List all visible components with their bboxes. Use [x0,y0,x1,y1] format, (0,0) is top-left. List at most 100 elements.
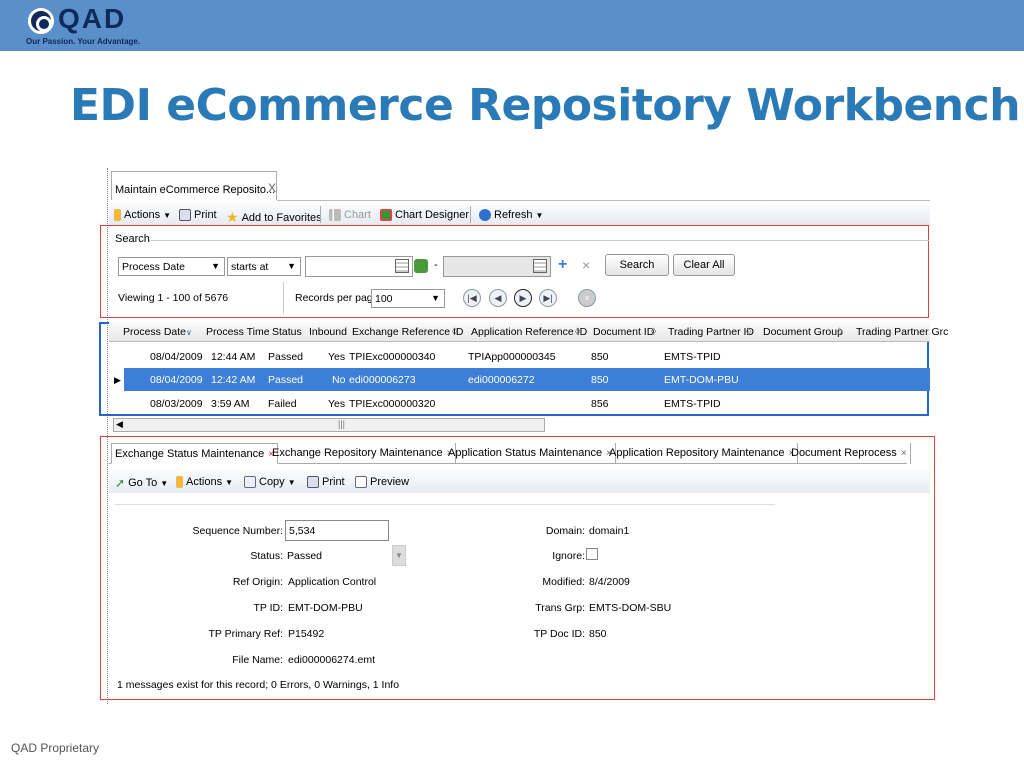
status-label: Status: [250,550,283,562]
actions-label: Actions [186,476,223,488]
sort-icon[interactable]: ◊ [651,326,656,338]
col-document-id[interactable]: Document ID [593,326,654,338]
cell-exchange-ref: TPIExc000000340 [349,351,436,363]
close-icon[interactable]: X [268,181,276,195]
sort-desc-icon[interactable]: ∨ [186,328,192,337]
detail-toolbar: ➚ Go To ▼ Actions ▼ Copy ▼ Print Preview [109,469,930,493]
copy-menu[interactable]: Copy ▼ [244,476,296,488]
chevron-down-icon: ▼ [431,293,440,303]
print-label: Print [322,476,345,488]
remove-criteria-icon[interactable]: × [582,257,590,273]
tab-document-reprocess[interactable]: Document Reprocess × [788,443,911,464]
refresh-label: Refresh [494,209,533,221]
cell-document-id: 850 [591,351,609,363]
domain-value: domain1 [589,525,630,537]
modified-value: 8/4/2009 [589,576,630,588]
tab-label: Maintain eCommerce Reposito... [115,184,276,196]
calendar-icon[interactable] [395,259,409,273]
next-page-icon[interactable]: ▶ [514,289,532,307]
tab-exchange-repository[interactable]: Exchange Repository Maintenance × [269,443,457,464]
table-row[interactable]: 08/03/2009 3:59 AM Failed Yes TPIExc0000… [124,392,930,415]
ref-origin-label: Ref Origin: [232,576,283,588]
detail-print-button[interactable]: Print [307,476,345,488]
search-field-select[interactable]: Process Date ▼ [118,257,225,276]
status-dropdown-icon[interactable]: ▼ [392,545,406,566]
chart-designer-button[interactable]: Chart Designer [380,209,469,221]
preview-button[interactable]: Preview [355,476,409,488]
sort-icon[interactable]: ◊ [746,326,751,338]
cell-trading-partner: EMT-DOM-PBU [664,374,739,386]
col-inbound[interactable]: Inbound [309,326,347,338]
favorites-label: Add to Favorites [241,211,322,224]
search-field-value: Process Date [122,261,186,273]
toolbar-separator [470,206,471,223]
records-per-page-select[interactable]: 100 ▼ [371,289,445,308]
cancel-icon[interactable]: × [578,289,596,307]
tp-id-value: EMT-DOM-PBU [288,602,363,614]
col-exchange-ref[interactable]: Exchange Reference ID [352,326,463,338]
actions-menu[interactable]: Actions ▼ [114,209,171,221]
chevron-down-icon: ▼ [211,261,220,271]
table-row-selected[interactable]: 08/04/2009 12:42 AM Passed No edi0000062… [124,368,930,391]
sort-icon[interactable]: ◊ [452,326,457,338]
table-row[interactable]: 08/04/2009 12:44 AM Passed Yes TPIExc000… [124,345,930,368]
search-operator-select[interactable]: starts at ▼ [227,257,301,276]
col-trading-partner-group[interactable]: Trading Partner Grc [856,326,948,338]
cell-status: Passed [268,351,304,363]
scroll-thumb-grip[interactable]: ||| [338,419,345,429]
col-process-time[interactable]: Process Time [206,326,270,338]
search-date-from-input[interactable] [305,256,413,277]
col-application-ref[interactable]: Application Reference ID [471,326,587,338]
cell-exchange-ref: TPIExc000000320 [349,398,436,410]
actions-icon [114,209,121,221]
first-page-icon[interactable]: |◀ [463,289,481,307]
file-name-value: edi000006274.emt [288,654,375,666]
goto-menu[interactable]: ➚ Go To ▼ [115,476,168,490]
row-pointer-icon: ▶ [114,375,121,385]
cell-status: Passed [268,374,304,386]
col-trading-partner-id[interactable]: Trading Partner ID [668,326,754,338]
horizontal-scrollbar[interactable]: ◀ ||| [113,418,545,432]
ignore-checkbox[interactable] [586,548,598,560]
cell-inbound: Yes [328,398,346,410]
previous-page-icon[interactable]: ◀ [489,289,507,307]
close-icon[interactable]: × [901,448,907,459]
tab-maintain-repository[interactable]: Maintain eCommerce Reposito... X [111,171,277,200]
tp-doc-id-value: 850 [589,628,607,640]
print-label: Print [194,209,217,221]
print-button[interactable]: Print [179,209,217,221]
scroll-left-icon[interactable]: ◀ [116,419,123,430]
sort-icon[interactable]: ◊ [837,326,842,338]
col-process-date[interactable]: Process Date [123,326,186,338]
search-button[interactable]: Search [605,254,669,276]
refresh-date-icon[interactable] [414,259,428,273]
cell-trading-partner: EMTS-TPID [664,398,721,410]
detail-actions-menu[interactable]: Actions ▼ [176,476,233,488]
add-criteria-icon[interactable]: + [558,256,567,274]
calendar-icon[interactable] [533,259,547,273]
chart-button[interactable]: Chart [329,209,371,221]
logo-mark-icon [28,8,54,34]
last-page-icon[interactable]: ▶| [539,289,557,307]
add-favorites-button[interactable]: ★ Add to Favorites [226,209,322,226]
tab-application-repository[interactable]: Application Repository Maintenance × [606,443,799,464]
ref-origin-value: Application Control [288,576,377,588]
divider [283,282,284,314]
search-label: Search [115,233,150,245]
sequence-input[interactable]: 5,534 [285,520,389,541]
refresh-icon [479,209,491,221]
status-message: 1 messages exist for this record; 0 Erro… [117,679,400,691]
col-status[interactable]: Status [272,326,302,338]
tab-application-status[interactable]: Application Status Maintenance × [445,443,616,464]
bar-chart-icon [329,209,341,221]
refresh-menu[interactable]: Refresh ▼ [479,209,543,221]
cell-inbound: Yes [328,351,346,363]
search-date-to-input[interactable] [443,256,551,277]
modified-label: Modified: [542,576,585,588]
clear-all-button[interactable]: Clear All [673,254,735,276]
tab-exchange-status[interactable]: Exchange Status Maintenance × [111,443,279,464]
tp-doc-id-label: TP Doc ID: [533,628,585,640]
sort-icon[interactable]: ◊ [575,326,580,338]
tab-divider [277,200,930,201]
col-document-group[interactable]: Document Group [763,326,843,338]
